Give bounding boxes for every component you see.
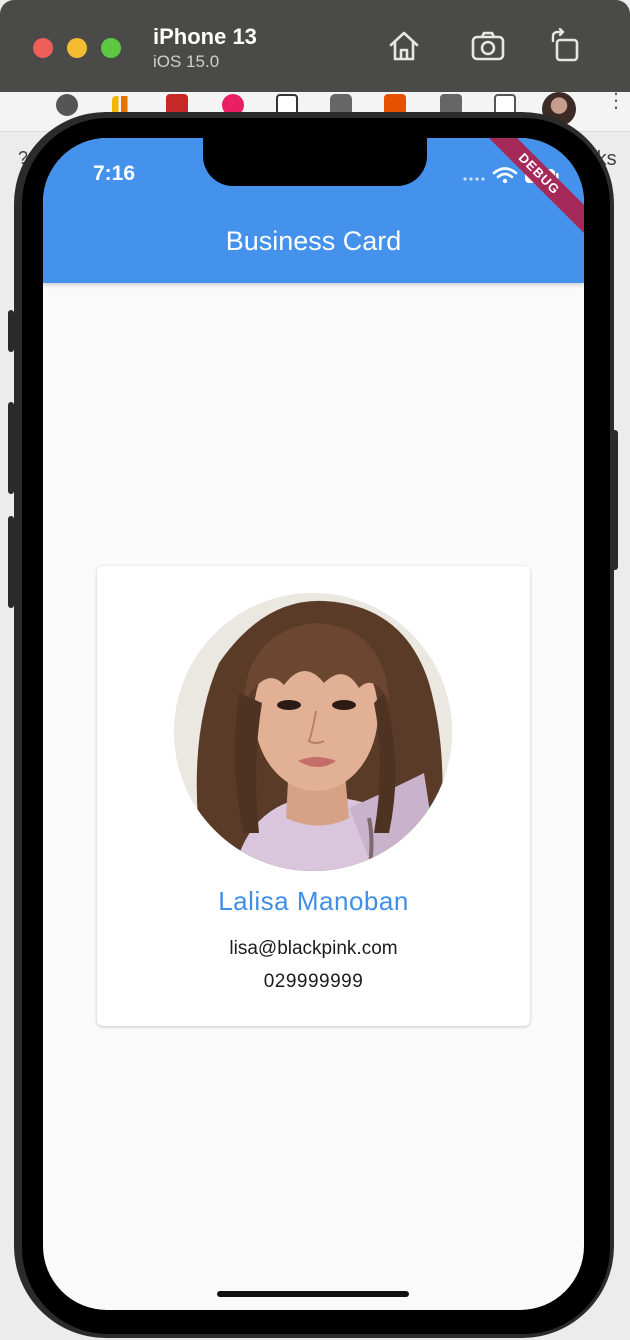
device-os-version: iOS 15.0 (153, 52, 220, 71)
phone-screen: 7:16 DEBUG Business Card Lalisa Manoban … (43, 138, 584, 1310)
device-name: iPhone 13 (153, 24, 257, 49)
close-window-button[interactable] (33, 38, 53, 58)
notch (203, 138, 427, 186)
debug-banner: DEBUG (478, 138, 584, 235)
status-time: 7:16 (93, 162, 136, 185)
profile-photo (174, 593, 452, 871)
home-indicator[interactable] (217, 1291, 409, 1297)
minimize-window-button[interactable] (67, 38, 87, 58)
business-card: Lalisa Manoban lisa@blackpink.com 029999… (97, 566, 530, 1026)
home-icon[interactable] (386, 28, 422, 64)
contact-name: Lalisa Manoban (218, 886, 409, 916)
extension-icon (56, 94, 78, 116)
app-bar-title: Business Card (225, 226, 402, 256)
simulator-titlebar: iPhone 13 iOS 15.0 (0, 0, 630, 92)
portrait-image (174, 593, 452, 871)
more-icon[interactable]: ⋮ (606, 90, 626, 110)
screenshot-icon[interactable] (470, 28, 506, 64)
contact-email: lisa@blackpink.com (229, 938, 398, 959)
contact-phone: 029999999 (263, 971, 364, 992)
rotate-icon[interactable] (548, 27, 584, 64)
zoom-window-button[interactable] (101, 38, 121, 58)
app-bar: 7:16 DEBUG Business Card (43, 138, 584, 283)
